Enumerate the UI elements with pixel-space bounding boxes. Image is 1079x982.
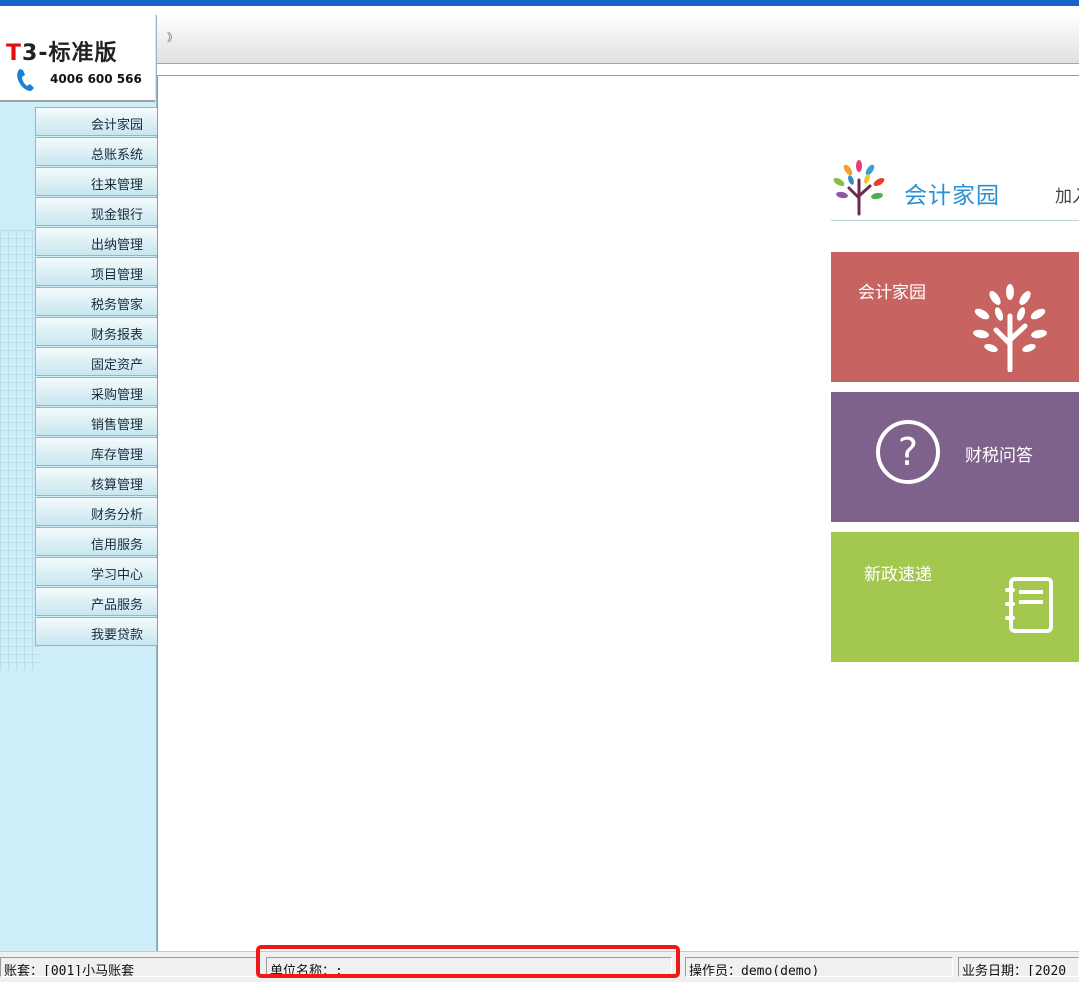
phone-icon xyxy=(17,69,34,91)
hotline: 4006 600 566 xyxy=(15,67,155,93)
sidebar-item-purchasing[interactable]: 采购管理 xyxy=(35,377,157,406)
sidebar: T3-标准版 4006 600 566 会计家园 总账系统 往来管理 现金银行 … xyxy=(0,15,157,951)
site-name: 会计家园 xyxy=(904,183,1000,209)
toolbar: 》 xyxy=(157,15,1079,64)
sidebar-item-sales[interactable]: 销售管理 xyxy=(35,407,157,436)
question-icon: ? xyxy=(876,420,940,484)
expand-sidebar-icon[interactable]: 》 xyxy=(167,29,178,45)
tile-label: 新政速递 xyxy=(864,565,932,585)
sidebar-item-inventory[interactable]: 库存管理 xyxy=(35,437,157,466)
sidebar-item-learning[interactable]: 学习中心 xyxy=(35,557,157,586)
tile-label: 财税问答 xyxy=(965,446,1033,466)
sidebar-item-accounting-home[interactable]: 会计家园 xyxy=(35,107,157,136)
menu-bar[interactable] xyxy=(0,0,1079,6)
sidebar-item-cashier[interactable]: 出纳管理 xyxy=(35,227,157,256)
notebook-icon xyxy=(1005,577,1053,633)
accounting-home-logo: 会计家园 加入 xyxy=(831,158,1079,221)
join-text[interactable]: 加入 xyxy=(1055,182,1079,207)
sidebar-item-cash-bank[interactable]: 现金银行 xyxy=(35,197,157,226)
sidebar-nav: 会计家园 总账系统 往来管理 现金银行 出纳管理 项目管理 税务管家 财务报表 … xyxy=(35,107,157,647)
tile-label: 会计家园 xyxy=(858,283,926,303)
status-operator: 操作员：demo(demo) xyxy=(685,957,953,977)
sidebar-item-tax[interactable]: 税务管家 xyxy=(35,287,157,316)
sidebar-item-receivables-payables[interactable]: 往来管理 xyxy=(35,167,157,196)
sidebar-item-costing[interactable]: 核算管理 xyxy=(35,467,157,496)
svg-text:?: ? xyxy=(898,430,918,474)
sidebar-item-loan[interactable]: 我要贷款 xyxy=(35,617,157,646)
sidebar-item-financial-reports[interactable]: 财务报表 xyxy=(35,317,157,346)
phone-number: 4006 600 566 xyxy=(50,72,142,86)
tile-policy-news[interactable]: 新政速递 xyxy=(831,532,1079,662)
sidebar-item-credit[interactable]: 信用服务 xyxy=(35,527,157,556)
tree-icon xyxy=(973,284,1047,372)
sidebar-item-product-service[interactable]: 产品服务 xyxy=(35,587,157,616)
sidebar-pattern xyxy=(0,230,40,670)
sidebar-item-fixed-assets[interactable]: 固定资产 xyxy=(35,347,157,376)
tile-accounting-home[interactable]: 会计家园 xyxy=(831,252,1079,382)
tree-logo-icon xyxy=(833,160,885,216)
status-account: 账套：[001]小马账套 xyxy=(0,957,258,977)
sidebar-item-financial-analysis[interactable]: 财务分析 xyxy=(35,497,157,526)
status-unit-name: 单位名称：: xyxy=(266,957,672,977)
tile-tax-qa[interactable]: ? 财税问答 xyxy=(831,392,1079,522)
status-bar: 账套：[001]小马账套 单位名称：: 操作员：demo(demo) 业务日期：… xyxy=(0,951,1079,982)
product-name: T3-标准版 xyxy=(6,41,118,66)
product-logo: T3-标准版 4006 600 566 xyxy=(0,15,155,102)
status-business-date: 业务日期：[2020 xyxy=(958,957,1079,977)
sidebar-item-projects[interactable]: 项目管理 xyxy=(35,257,157,286)
sidebar-item-general-ledger[interactable]: 总账系统 xyxy=(35,137,157,166)
